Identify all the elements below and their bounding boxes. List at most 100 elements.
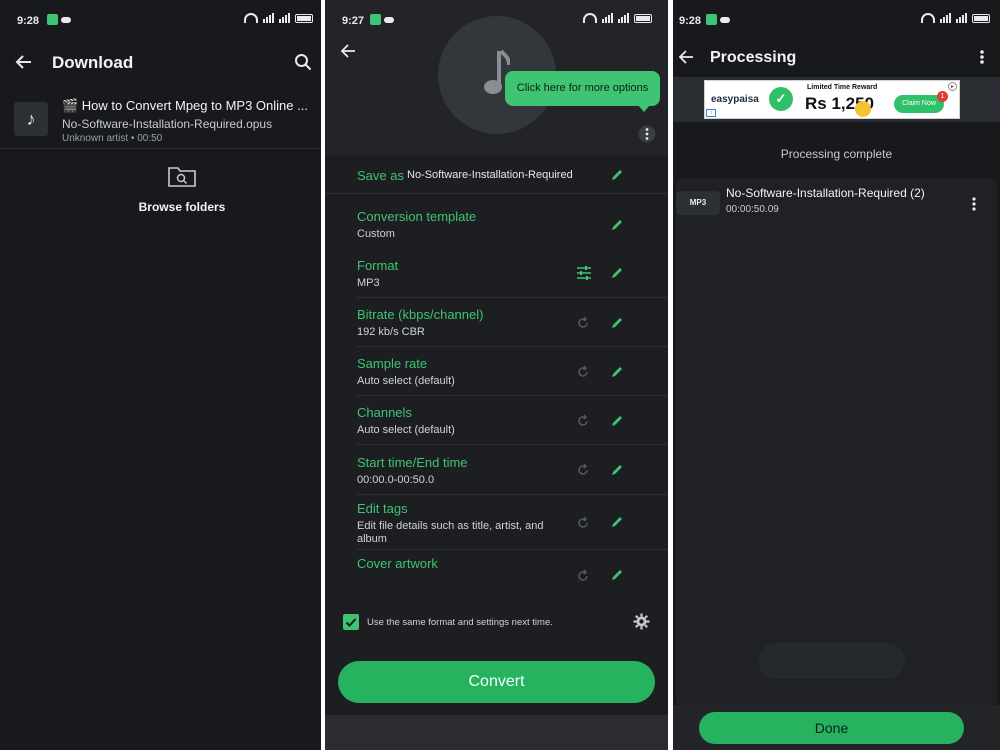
app-notification-icon (370, 14, 381, 25)
row-title: Sample rate (357, 356, 428, 371)
processing-status: Processing complete (780, 147, 893, 161)
row-value: Auto select (default) (357, 375, 455, 387)
divider (357, 444, 668, 445)
wifi-icon (583, 13, 597, 23)
row-title: Start time/End time (357, 455, 468, 470)
row-title: Bitrate (kbps/channel) (357, 307, 484, 322)
row-value: 192 kb/s CBR (357, 326, 425, 338)
row-value: Auto select (default) (357, 424, 455, 436)
save-as-value: No-Software-Installation-Required (407, 169, 573, 181)
cover-artwork-row[interactable]: Cover artwork (325, 553, 668, 593)
channels-row[interactable]: Channels Auto select (default) (325, 399, 668, 445)
edit-tags-row[interactable]: Edit tags Edit file details such as titl… (325, 498, 668, 550)
processing-screen: 9:28 Processing easypaisa ✓ Limited Time… (673, 0, 1000, 750)
row-value: Edit file details such as title, artist,… (357, 520, 544, 545)
reset-icon[interactable] (576, 414, 590, 428)
status-time: 9:27 (342, 15, 365, 27)
browse-folders-label: Browse folders (138, 200, 226, 214)
edit-pencil-icon[interactable] (610, 414, 624, 428)
system-icons (244, 13, 313, 23)
status-bar: 9:28 (0, 0, 321, 38)
remember-settings-checkbox[interactable] (343, 614, 359, 630)
more-options-icon[interactable] (638, 125, 656, 143)
tooltip-text: Click here for more options (516, 82, 649, 94)
system-icons (921, 13, 990, 23)
signal-icon-2 (618, 13, 629, 23)
more-vert-icon[interactable] (971, 196, 977, 212)
divider (357, 494, 668, 495)
cloud-icon (61, 16, 71, 23)
ad-brand: easypaisa (711, 94, 759, 105)
edit-pencil-icon[interactable] (610, 568, 624, 582)
tooltip-arrow (638, 105, 650, 112)
signal-icon (263, 13, 274, 23)
tune-settings-icon[interactable] (576, 266, 592, 280)
file-title: 🎬 How to Convert Mpeg to MP3 Online ... (62, 98, 308, 113)
divider (357, 395, 668, 396)
brand-logo-icon: ✓ (769, 87, 793, 111)
reset-icon[interactable] (576, 569, 590, 583)
sample-rate-row[interactable]: Sample rate Auto select (default) (325, 350, 668, 396)
notification-icons (706, 14, 730, 25)
format-badge: MP3 (676, 191, 720, 215)
edit-pencil-icon[interactable] (610, 316, 624, 330)
battery-icon (972, 13, 990, 23)
notification-icons (47, 14, 71, 25)
edit-pencil-icon[interactable] (610, 515, 624, 529)
edit-pencil-icon[interactable] (610, 266, 624, 280)
reset-icon[interactable] (576, 316, 590, 330)
convert-button[interactable]: Convert (338, 661, 655, 703)
page-title: Download (52, 53, 134, 72)
row-value: Custom (357, 228, 395, 240)
remember-settings-row: Use the same format and settings next ti… (325, 611, 668, 635)
start-end-time-row[interactable]: Start time/End time 00:00.0-00:50.0 (325, 448, 668, 494)
music-note-icon: ♪ (14, 102, 48, 136)
edit-pencil-icon[interactable] (610, 365, 624, 379)
more-vert-icon[interactable] (979, 49, 985, 65)
ad-banner[interactable]: easypaisa ✓ Limited Time Reward Rs 1,250… (704, 80, 960, 119)
signal-icon (940, 13, 951, 23)
battery-icon (634, 13, 652, 23)
reset-icon[interactable] (576, 365, 590, 379)
row-title: Format (357, 258, 399, 273)
save-as-row[interactable]: Save as No-Software-Installation-Require… (325, 160, 668, 192)
file-meta: Unknown artist • 00:50 (62, 133, 163, 144)
row-value: MP3 (357, 277, 380, 289)
more-options-tooltip: Click here for more options (505, 71, 660, 112)
divider (357, 297, 668, 298)
app-notification-icon (706, 14, 717, 25)
ad-headline: Limited Time Reward (807, 84, 878, 91)
conversion-settings-screen: 9:27 Click here for more options Save as… (325, 0, 668, 750)
back-arrow-icon[interactable] (340, 43, 356, 59)
done-button[interactable]: Done (699, 712, 964, 744)
bitrate-row[interactable]: Bitrate (kbps/channel) 192 kb/s CBR (325, 301, 668, 347)
ad-info-icon[interactable]: i (706, 109, 716, 117)
back-arrow-icon[interactable] (15, 53, 33, 71)
file-list-item[interactable]: ♪ 🎬 How to Convert Mpeg to MP3 Online ..… (0, 93, 321, 149)
file-name: No-Software-Installation-Required.opus (62, 117, 273, 131)
result-file-name: No-Software-Installation-Required (2) (726, 186, 925, 200)
row-value: 00:00.0-00:50.0 (357, 474, 435, 486)
format-row[interactable]: Format MP3 (325, 252, 668, 298)
ad-choices-icon[interactable]: ▸ (948, 82, 957, 91)
conversion-template-row[interactable]: Conversion template Custom (325, 203, 668, 249)
result-duration: 00:00:50.09 (726, 204, 779, 215)
reset-icon[interactable] (576, 463, 590, 477)
status-bar: 9:28 (673, 0, 1000, 38)
edit-pencil-icon[interactable] (610, 218, 624, 232)
placeholder-pill (758, 643, 905, 679)
ad-badge: 1 (937, 91, 948, 102)
result-panel (676, 178, 997, 708)
gear-icon[interactable] (633, 613, 650, 630)
edit-pencil-icon[interactable] (610, 168, 624, 182)
bottom-bar (325, 715, 668, 750)
row-title: Edit tags (357, 501, 408, 516)
browse-folders-button[interactable]: Browse folders (120, 163, 244, 215)
row-title: Cover artwork (357, 556, 438, 571)
back-arrow-icon[interactable] (678, 49, 694, 65)
result-list-item[interactable]: MP3 No-Software-Installation-Required (2… (676, 181, 997, 221)
reset-icon[interactable] (576, 516, 590, 530)
search-icon[interactable] (294, 53, 312, 71)
divider (0, 148, 321, 149)
edit-pencil-icon[interactable] (610, 463, 624, 477)
